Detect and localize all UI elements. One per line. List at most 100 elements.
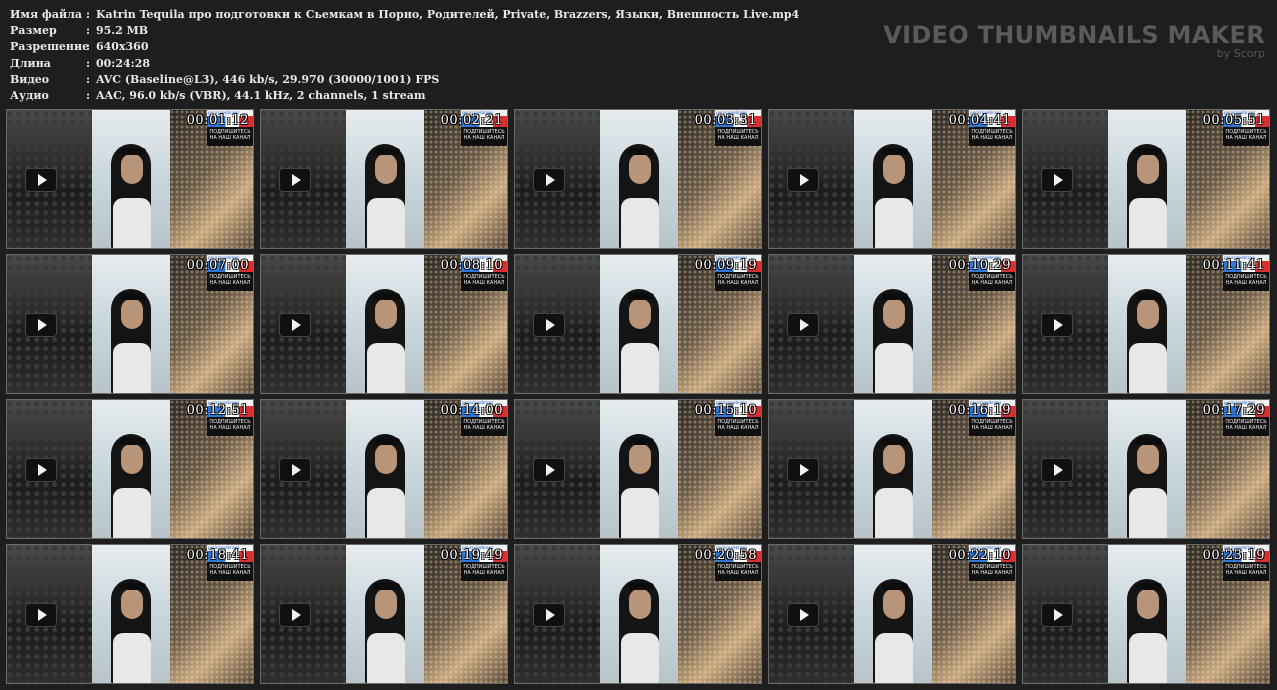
- person-body: [875, 343, 913, 393]
- promo-text: ПОДПИШИТЕСЬ НА НАШ КАНАЛ: [715, 127, 761, 146]
- person-face: [1137, 444, 1159, 474]
- info-value: 640x360: [96, 40, 149, 54]
- person-face: [375, 589, 397, 619]
- video-thumbnail[interactable]: periscopebrows ПОДПИШИТЕСЬ НА НАШ КАНАЛ 00…: [6, 254, 254, 394]
- person-body: [113, 343, 151, 393]
- person-body: [113, 198, 151, 248]
- person-body: [875, 488, 913, 538]
- info-value: 95.2 MB: [96, 24, 149, 38]
- info-row: Видео: AVC (Baseline@L3), 446 kb/s, 29.97…: [10, 72, 799, 88]
- promo-text: ПОДПИШИТЕСЬ НА НАШ КАНАЛ: [715, 417, 761, 436]
- play-icon: [25, 458, 57, 482]
- play-icon: [1041, 313, 1073, 337]
- sunglasses: [628, 583, 654, 590]
- person-face: [121, 589, 143, 619]
- play-icon: [533, 313, 565, 337]
- person-body: [621, 488, 659, 538]
- info-colon: :: [86, 56, 91, 70]
- video-thumbnail[interactable]: periscopebrows ПОДПИШИТЕСЬ НА НАШ КАНАЛ 00…: [514, 399, 762, 539]
- person-face: [121, 444, 143, 474]
- sunglasses: [628, 293, 654, 300]
- play-icon: [1041, 168, 1073, 192]
- video-thumbnail[interactable]: periscopebrows ПОДПИШИТЕСЬ НА НАШ КАНАЛ 00…: [514, 109, 762, 249]
- video-thumbnail[interactable]: periscopebrows ПОДПИШИТЕСЬ НА НАШ КАНАЛ 00…: [6, 399, 254, 539]
- person-body: [367, 488, 405, 538]
- person-face: [883, 589, 905, 619]
- play-icon: [787, 313, 819, 337]
- promo-text: ПОДПИШИТЕСЬ НА НАШ КАНАЛ: [207, 272, 253, 291]
- person-face: [629, 444, 651, 474]
- brand-watermark: VIDEO THUMBNAILS MAKER by Scorp: [883, 22, 1265, 60]
- thumb-timestamp: 00:16:19: [948, 403, 1011, 418]
- sunglasses: [882, 293, 908, 300]
- thumb-timestamp: 00:08:10: [440, 258, 503, 273]
- video-thumbnail[interactable]: periscopebrows ПОДПИШИТЕСЬ НА НАШ КАНАЛ 00…: [514, 544, 762, 684]
- video-thumbnail[interactable]: periscopebrows ПОДПИШИТЕСЬ НА НАШ КАНАЛ 00…: [1022, 399, 1270, 539]
- person-face: [629, 154, 651, 184]
- promo-text: ПОДПИШИТЕСЬ НА НАШ КАНАЛ: [715, 562, 761, 581]
- thumb-timestamp: 00:02:21: [440, 113, 503, 128]
- promo-text: ПОДПИШИТЕСЬ НА НАШ КАНАЛ: [969, 127, 1015, 146]
- info-value: AAC, 96.0 kb/s (VBR), 44.1 kHz, 2 channe…: [96, 89, 426, 103]
- video-thumbnail[interactable]: periscopebrows ПОДПИШИТЕСЬ НА НАШ КАНАЛ 00…: [260, 254, 508, 394]
- info-row: Длина:00:24:28: [10, 56, 799, 72]
- video-thumbnail[interactable]: periscopebrows ПОДПИШИТЕСЬ НА НАШ КАНАЛ 00…: [1022, 109, 1270, 249]
- play-icon: [533, 168, 565, 192]
- info-value: AVC (Baseline@L3), 446 kb/s, 29.970 (300…: [96, 72, 440, 86]
- info-label: Аудио: [10, 89, 49, 103]
- thumb-timestamp: 00:23:19: [1202, 548, 1265, 563]
- promo-text: ПОДПИШИТЕСЬ НА НАШ КАНАЛ: [461, 417, 507, 436]
- sunglasses: [374, 583, 400, 590]
- video-thumbnail[interactable]: periscopebrows ПОДПИШИТЕСЬ НА НАШ КАНАЛ 00…: [768, 254, 1016, 394]
- person-face: [121, 154, 143, 184]
- sunglasses: [120, 293, 146, 300]
- person-body: [367, 198, 405, 248]
- video-thumbnail[interactable]: periscopebrows ПОДПИШИТЕСЬ НА НАШ КАНАЛ 00…: [6, 109, 254, 249]
- play-icon: [1041, 603, 1073, 627]
- video-thumbnail[interactable]: periscopebrows ПОДПИШИТЕСЬ НА НАШ КАНАЛ 00…: [768, 399, 1016, 539]
- person-body: [875, 198, 913, 248]
- video-thumbnail[interactable]: periscopebrows ПОДПИШИТЕСЬ НА НАШ КАНАЛ 00…: [768, 544, 1016, 684]
- sunglasses: [1136, 148, 1162, 155]
- person-face: [883, 444, 905, 474]
- thumb-timestamp: 00:15:10: [694, 403, 757, 418]
- person-body: [621, 198, 659, 248]
- sunglasses: [882, 583, 908, 590]
- person-body: [875, 633, 913, 683]
- video-thumbnail[interactable]: periscopebrows ПОДПИШИТЕСЬ НА НАШ КАНАЛ 00…: [1022, 544, 1270, 684]
- person-face: [375, 444, 397, 474]
- info-colon: :: [86, 24, 91, 38]
- video-thumbnail[interactable]: periscopebrows ПОДПИШИТЕСЬ НА НАШ КАНАЛ 00…: [260, 399, 508, 539]
- sunglasses: [1136, 438, 1162, 445]
- promo-text: ПОДПИШИТЕСЬ НА НАШ КАНАЛ: [969, 417, 1015, 436]
- info-value: Katrin Tequila про подготовки к Сьемкам …: [96, 8, 800, 21]
- play-icon: [25, 603, 57, 627]
- info-colon: :: [86, 72, 91, 86]
- thumb-timestamp: 00:07:00: [186, 258, 249, 273]
- info-colon: :: [86, 40, 91, 54]
- promo-text: ПОДПИШИТЕСЬ НА НАШ КАНАЛ: [461, 127, 507, 146]
- person-body: [621, 343, 659, 393]
- play-icon: [279, 603, 311, 627]
- thumb-timestamp: 00:05:51: [1202, 113, 1265, 128]
- video-thumbnail[interactable]: periscopebrows ПОДПИШИТЕСЬ НА НАШ КАНАЛ 00…: [260, 109, 508, 249]
- thumb-timestamp: 00:10:29: [948, 258, 1011, 273]
- play-icon: [787, 458, 819, 482]
- person-face: [375, 154, 397, 184]
- play-icon: [279, 458, 311, 482]
- thumb-timestamp: 00:11:41: [1202, 258, 1265, 273]
- sunglasses: [120, 438, 146, 445]
- person-face: [375, 299, 397, 329]
- video-thumbnail[interactable]: periscopebrows ПОДПИШИТЕСЬ НА НАШ КАНАЛ 00…: [514, 254, 762, 394]
- play-icon: [279, 168, 311, 192]
- thumb-timestamp: 00:04:41: [948, 113, 1011, 128]
- info-label: Разрешение: [10, 40, 90, 54]
- person-face: [883, 154, 905, 184]
- video-thumbnail[interactable]: periscopebrows ПОДПИШИТЕСЬ НА НАШ КАНАЛ 00…: [768, 109, 1016, 249]
- person-body: [1129, 488, 1167, 538]
- info-row: Имя файла: Katrin Tequila про подготовки …: [10, 7, 799, 23]
- video-thumbnail[interactable]: periscopebrows ПОДПИШИТЕСЬ НА НАШ КАНАЛ 00…: [260, 544, 508, 684]
- video-thumbnail[interactable]: periscopebrows ПОДПИШИТЕСЬ НА НАШ КАНАЛ 00…: [1022, 254, 1270, 394]
- thumb-timestamp: 00:22:10: [948, 548, 1011, 563]
- video-thumbnail[interactable]: periscopebrows ПОДПИШИТЕСЬ НА НАШ КАНАЛ 00…: [6, 544, 254, 684]
